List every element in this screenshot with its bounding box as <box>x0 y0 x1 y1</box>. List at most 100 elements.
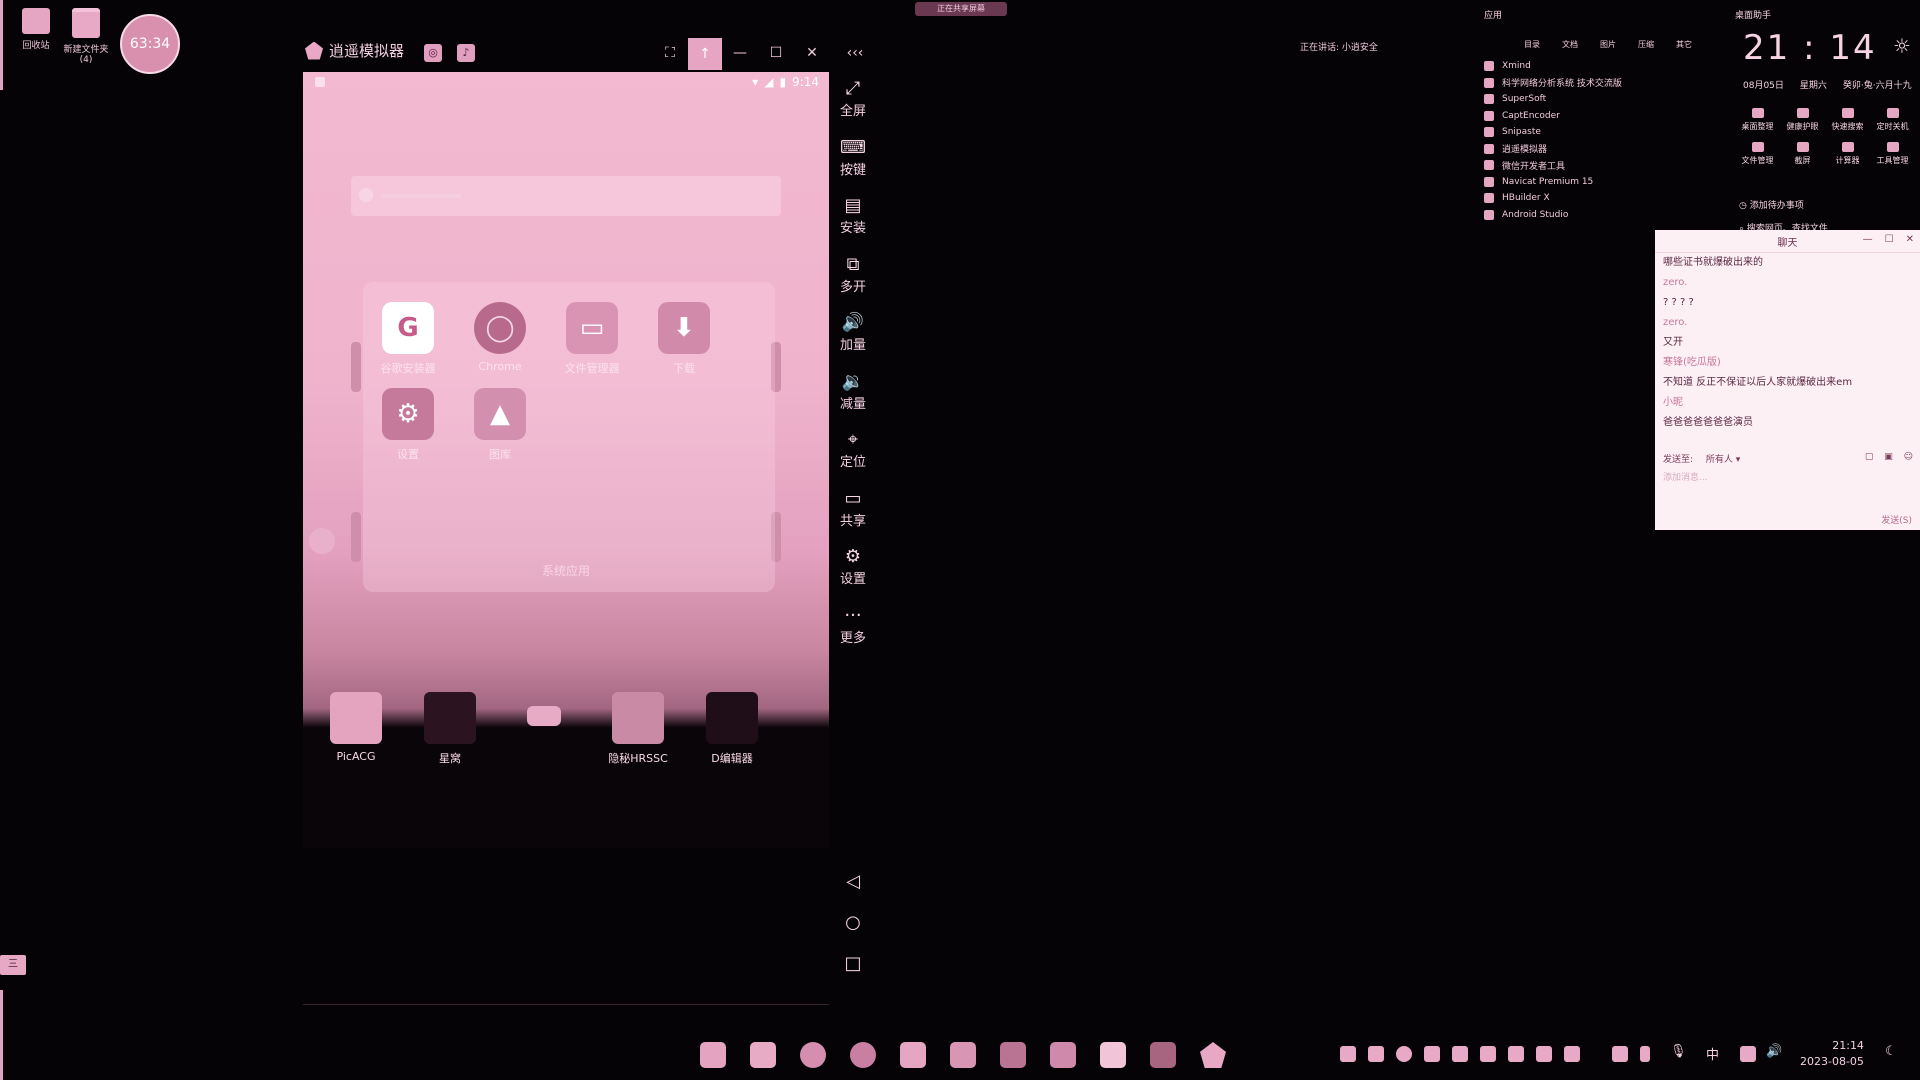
sidebar-share-folder-button[interactable]: ▭ 共享 <box>836 488 870 529</box>
emulator-chip-1[interactable]: ◎ <box>424 44 442 62</box>
android-screen[interactable]: ▾ ◢ ▮ 9:14 G 谷歌安装器 ◯ Chrome ▭ 文件管理器 ⬇ 下载… <box>303 72 829 848</box>
quick-action-button[interactable]: 截屏 <box>1780 142 1825 166</box>
emulator-chip-2[interactable]: ♪ <box>457 44 475 62</box>
dock-app-d-editor[interactable]: D编辑器 <box>689 692 775 766</box>
folder-name[interactable]: 系统应用 <box>303 562 829 579</box>
recent-apps-button[interactable]: □ <box>843 954 863 974</box>
collapse-sidebar-button[interactable]: ‹‹‹ <box>843 44 867 62</box>
quick-action-button[interactable]: 健康护眼 <box>1780 108 1825 132</box>
add-todo-link[interactable]: ◷ 添加待办事项 <box>1739 198 1804 211</box>
sidebar-keymap-button[interactable]: ⌨ 按键 <box>836 137 870 178</box>
start-button[interactable] <box>700 1042 726 1068</box>
app-chrome[interactable]: ◯ Chrome <box>460 302 540 373</box>
tray-network-icon[interactable] <box>1424 1046 1440 1062</box>
desktop-icon-new-folder[interactable]: 新建文件夹 (4) <box>58 8 114 65</box>
file-icon[interactable]: ▢ <box>1865 452 1874 462</box>
user-icon[interactable]: ☺ <box>1904 452 1913 462</box>
quick-action-button[interactable]: 定时关机 <box>1870 108 1915 132</box>
network-icon[interactable] <box>1740 1046 1756 1062</box>
file-explorer-taskbar-icon[interactable] <box>750 1042 776 1068</box>
photos-taskbar-icon[interactable] <box>950 1042 976 1068</box>
apps-tab[interactable]: 其它 <box>1676 39 1692 50</box>
tray-wechat-icon[interactable] <box>1536 1046 1552 1062</box>
floating-ball[interactable] <box>309 528 335 554</box>
sidebar-location-button[interactable]: ⌖ 定位 <box>836 429 870 470</box>
quick-action-button[interactable]: 工具管理 <box>1870 142 1915 166</box>
chat-maximize-button[interactable]: ☐ <box>1885 234 1894 245</box>
home-button[interactable]: ○ <box>843 913 863 933</box>
apps-list-item[interactable]: CaptEncoder <box>1484 108 1719 125</box>
weather-sun-icon[interactable]: ☼ <box>1893 34 1911 58</box>
desktop-icon-recycle-bin[interactable]: 回收站 <box>8 8 64 51</box>
tray-emulator-icon[interactable] <box>1368 1046 1384 1062</box>
back-button[interactable]: ◁ <box>843 872 863 892</box>
usb-icon[interactable] <box>1640 1046 1650 1062</box>
sidebar-volume-up-button[interactable]: 🔊 加量 <box>836 312 870 353</box>
notification-moon-icon[interactable]: ☾ <box>1885 1044 1897 1059</box>
sidebar-settings-button[interactable]: ⚙ 设置 <box>836 546 870 587</box>
tray-app-icon[interactable] <box>1508 1046 1524 1062</box>
apps-list-item[interactable]: Xmind <box>1484 58 1719 75</box>
tray-photos-icon[interactable] <box>1340 1046 1356 1062</box>
java-taskbar-icon[interactable] <box>1100 1042 1126 1068</box>
quick-action-button[interactable]: 桌面整理 <box>1735 108 1780 132</box>
always-on-top-button[interactable]: ↑ <box>688 38 722 70</box>
sidebar-multi-open-button[interactable]: ⧉ 多开 <box>836 254 870 295</box>
microphone-icon[interactable]: 🎙 <box>1670 1044 1687 1059</box>
apps-tab[interactable]: 图片 <box>1600 39 1616 50</box>
apps-list-item[interactable]: Navicat Premium 15 <box>1484 174 1719 191</box>
dock-app-picacg[interactable]: PicACG <box>313 692 399 763</box>
sidebar-volume-down-button[interactable]: 🔉 减量 <box>836 371 870 412</box>
fullscreen-toggle-button[interactable]: ⛶ <box>661 44 679 62</box>
apps-list-item[interactable]: Android Studio <box>1484 207 1719 224</box>
store-taskbar-icon[interactable] <box>900 1042 926 1068</box>
tray-shield-icon[interactable] <box>1452 1046 1468 1062</box>
quick-action-button[interactable]: 文件管理 <box>1735 142 1780 166</box>
app-file-manager[interactable]: ▭ 文件管理器 <box>552 302 632 376</box>
minimize-button[interactable]: — <box>731 44 749 62</box>
sidebar-more-button[interactable]: ··· 更多 <box>836 605 870 646</box>
app-taskbar-icon[interactable] <box>1050 1042 1076 1068</box>
emulator-taskbar-icon[interactable] <box>1200 1042 1226 1068</box>
app-google-installer[interactable]: G 谷歌安装器 <box>368 302 448 376</box>
apps-tab[interactable]: 文档 <box>1562 39 1578 50</box>
chrome-taskbar-icon[interactable] <box>850 1042 876 1068</box>
home-search-bar[interactable] <box>351 176 781 216</box>
close-button[interactable]: ✕ <box>803 44 821 62</box>
sidebar-fullscreen-button[interactable]: ⤢ 全屏 <box>836 78 870 119</box>
chat-close-button[interactable]: ✕ <box>1906 234 1914 245</box>
dock-app-hrssc[interactable]: 隐秘HRSSC <box>595 692 681 766</box>
app-gallery[interactable]: ▲ 图库 <box>460 388 540 462</box>
send-to-select[interactable]: 所有人 ▾ <box>1706 455 1740 465</box>
tray-p-icon[interactable] <box>1564 1046 1580 1062</box>
app-downloads[interactable]: ⬇ 下载 <box>644 302 724 376</box>
apps-list-item[interactable]: 微信开发者工具 <box>1484 157 1719 174</box>
apps-list-item[interactable]: 科学网络分析系统 技术交流版 <box>1484 75 1719 92</box>
quick-action-button[interactable]: 快速搜索 <box>1825 108 1870 132</box>
screenshot-icon[interactable]: ▣ <box>1884 452 1893 462</box>
apps-tab[interactable]: 目录 <box>1524 39 1540 50</box>
sidebar-install-apk-button[interactable]: ▤ 安装 <box>836 195 870 236</box>
dock-app-ghost[interactable]: 星窝 <box>407 692 493 766</box>
side-tag[interactable]: 三 <box>0 955 26 975</box>
maximize-button[interactable]: ☐ <box>767 44 785 62</box>
console-taskbar-icon[interactable] <box>1150 1042 1176 1068</box>
taskbar-clock[interactable]: 21:14 2023-08-05 <box>1800 1038 1864 1070</box>
app-settings[interactable]: ⚙ 设置 <box>368 388 448 462</box>
apps-list-item[interactable]: 逍遥模拟器 <box>1484 141 1719 158</box>
apps-list-item[interactable]: HBuilder X <box>1484 190 1719 207</box>
volume-icon[interactable]: 🔊 <box>1766 1044 1782 1059</box>
chat-send-button[interactable]: 发送(S) <box>1881 513 1912 526</box>
edge-taskbar-icon[interactable] <box>800 1042 826 1068</box>
dock-app-small[interactable] <box>501 692 587 732</box>
screen-share-banner[interactable]: 正在共享屏幕 <box>915 2 1007 16</box>
ime-indicator[interactable]: 中 <box>1706 1044 1719 1063</box>
tray-capture-icon[interactable] <box>1480 1046 1496 1062</box>
apps-list-item[interactable]: SuperSoft <box>1484 91 1719 108</box>
chat-input[interactable]: 添加消息... <box>1663 470 1708 483</box>
quick-action-button[interactable]: 计算器 <box>1825 142 1870 166</box>
recording-timer[interactable]: 63:34 <box>120 14 180 74</box>
terminal-taskbar-icon[interactable] <box>1000 1042 1026 1068</box>
apps-tab[interactable]: 压缩 <box>1638 39 1654 50</box>
tray-browser-icon[interactable] <box>1396 1046 1412 1062</box>
